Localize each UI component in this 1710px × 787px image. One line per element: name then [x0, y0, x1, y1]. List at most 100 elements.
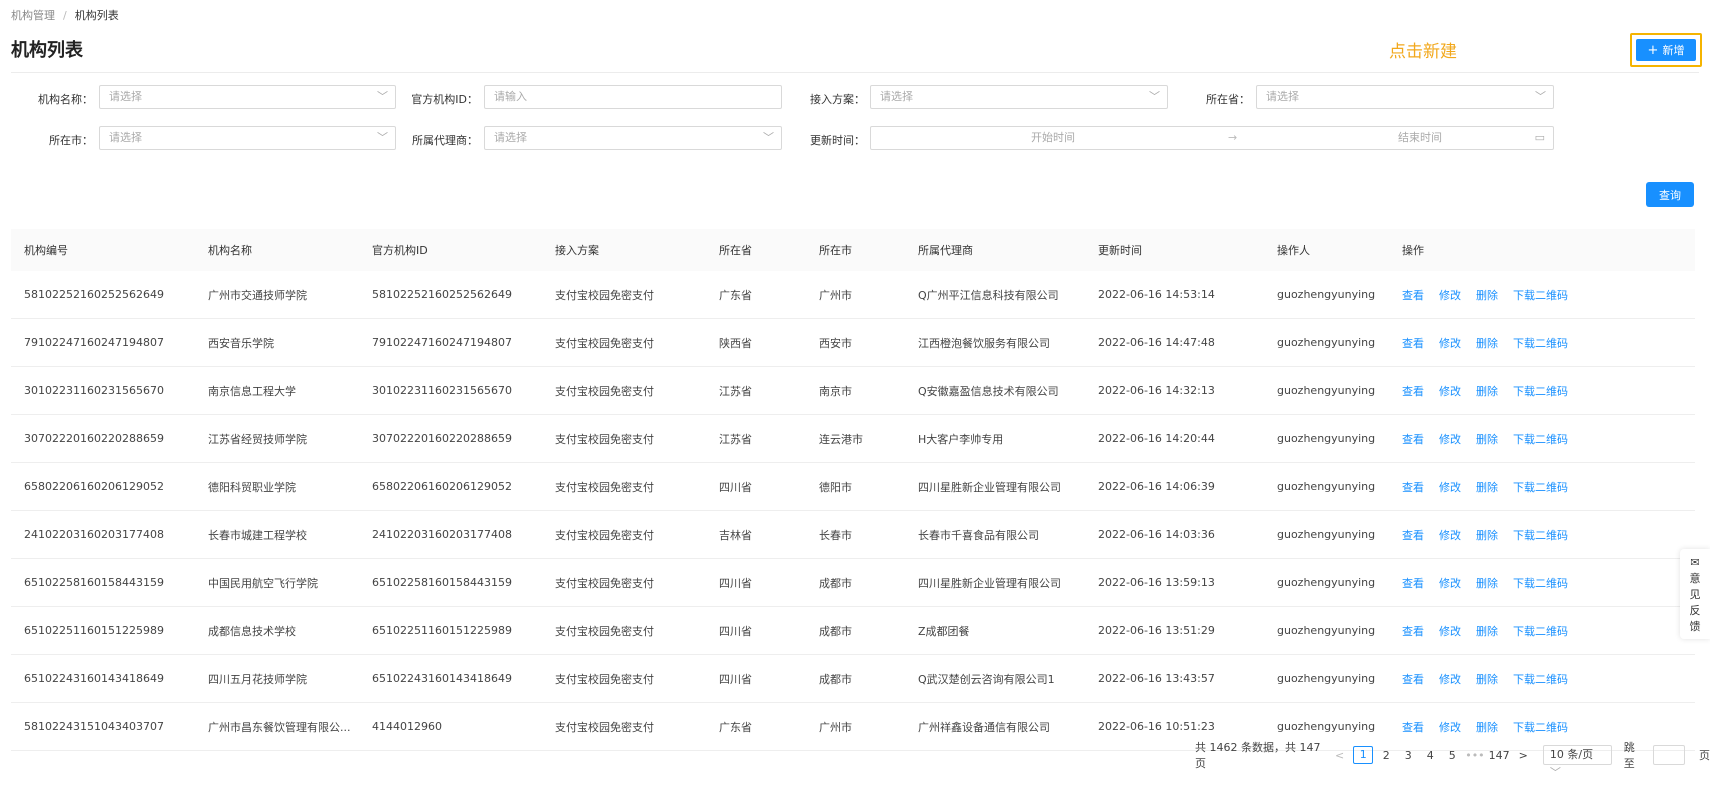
page-number[interactable]: 3 [1399, 749, 1417, 762]
page-number[interactable]: 5 [1443, 749, 1461, 762]
more-pages-icon[interactable]: ••• [1465, 749, 1484, 762]
table-cell: 德阳市 [806, 462, 905, 511]
actions-cell: 查看 修改 删除 下载二维码 [1389, 271, 1695, 319]
edit-button[interactable]: 修改 [1439, 433, 1461, 446]
view-button[interactable]: 查看 [1402, 721, 1424, 734]
download-qrcode-button[interactable]: 下载二维码 [1513, 673, 1568, 686]
table-cell: 2022-06-16 13:59:13 [1085, 558, 1264, 607]
page-unit-label: 页 [1699, 749, 1710, 762]
download-qrcode-button[interactable]: 下载二维码 [1513, 289, 1568, 302]
table-cell: 成都市 [806, 558, 905, 607]
view-button[interactable]: 查看 [1402, 289, 1424, 302]
view-button[interactable]: 查看 [1402, 385, 1424, 398]
table-cell: 65102258160158443159 [359, 558, 542, 607]
column-header: 机构名称 [195, 229, 359, 271]
delete-button[interactable]: 删除 [1476, 577, 1498, 590]
start-time-placeholder[interactable]: 开始时间 [1031, 127, 1075, 149]
download-qrcode-button[interactable]: 下载二维码 [1513, 625, 1568, 638]
page-size-select[interactable]: 10 条/页 ﹀ [1542, 745, 1612, 779]
delete-button[interactable]: 删除 [1476, 337, 1498, 350]
query-button[interactable]: 查询 [1646, 182, 1694, 207]
view-button[interactable]: 查看 [1402, 673, 1424, 686]
page-number[interactable]: 1 [1353, 746, 1374, 764]
delete-button[interactable]: 删除 [1476, 433, 1498, 446]
agent-select[interactable]: 请选择 ﹀ [484, 126, 782, 150]
table-cell: 65802206160206129052 [11, 462, 195, 511]
table-cell: 南京信息工程大学 [195, 366, 359, 415]
download-qrcode-button[interactable]: 下载二维码 [1513, 529, 1568, 542]
chevron-down-icon: ﹀ [377, 131, 388, 144]
delete-button[interactable]: 删除 [1476, 721, 1498, 734]
page-number[interactable]: 2 [1377, 749, 1395, 762]
edit-button[interactable]: 修改 [1439, 289, 1461, 302]
view-button[interactable]: 查看 [1402, 577, 1424, 590]
view-button[interactable]: 查看 [1402, 337, 1424, 350]
table-row: 58102243151043403707 广州市昌东餐饮管理有限公... 41440… [11, 702, 1695, 751]
prev-page-button[interactable]: < [1335, 749, 1344, 762]
table-cell: guozhengyunying [1264, 318, 1389, 367]
edit-button[interactable]: 修改 [1439, 577, 1461, 590]
download-qrcode-button[interactable]: 下载二维码 [1513, 337, 1568, 350]
jump-page-input[interactable] [1652, 745, 1686, 765]
delete-button[interactable]: 删除 [1476, 289, 1498, 302]
table-row: 24102203160203177408 长春市城建工程学校 24102203160… [11, 510, 1695, 559]
table-cell: 广州市交通技师学院 [195, 271, 359, 319]
delete-button[interactable]: 删除 [1476, 673, 1498, 686]
table-cell: 中国民用航空飞行学院 [195, 558, 359, 607]
delete-button[interactable]: 删除 [1476, 529, 1498, 542]
table-cell: guozhengyunying [1264, 654, 1389, 703]
download-qrcode-button[interactable]: 下载二维码 [1513, 433, 1568, 446]
edit-button[interactable]: 修改 [1439, 481, 1461, 494]
edit-button[interactable]: 修改 [1439, 625, 1461, 638]
feedback-tab[interactable]: ✉ 意 见 反 馈 [1680, 549, 1710, 639]
table-cell: 2022-06-16 14:20:44 [1085, 414, 1264, 463]
view-button[interactable]: 查看 [1402, 625, 1424, 638]
download-qrcode-button[interactable]: 下载二维码 [1513, 481, 1568, 494]
view-button[interactable]: 查看 [1402, 433, 1424, 446]
table-cell: 江西橙泡餐饮服务有限公司 [905, 318, 1085, 367]
download-qrcode-button[interactable]: 下载二维码 [1513, 385, 1568, 398]
table-cell: 长春市城建工程学校 [195, 510, 359, 559]
org-name-placeholder: 请选择 [109, 90, 142, 103]
delete-button[interactable]: 删除 [1476, 625, 1498, 638]
city-select[interactable]: 请选择 ﹀ [99, 126, 396, 150]
next-page-button[interactable]: > [1519, 749, 1528, 762]
access-plan-select[interactable]: 请选择 ﹀ [870, 85, 1168, 109]
org-name-select[interactable]: 请选择 ﹀ [99, 85, 396, 109]
page-number[interactable]: 4 [1421, 749, 1439, 762]
edit-button[interactable]: 修改 [1439, 385, 1461, 398]
table-cell: 支付宝校园免密支付 [542, 462, 706, 511]
official-id-input[interactable]: 请输入 [484, 85, 782, 109]
add-button[interactable]: + 新增 [1636, 39, 1696, 61]
table-cell: 2022-06-16 13:43:57 [1085, 654, 1264, 703]
table-cell: 成都市 [806, 654, 905, 703]
end-time-placeholder[interactable]: 结束时间 [1398, 127, 1442, 149]
edit-button[interactable]: 修改 [1439, 337, 1461, 350]
delete-button[interactable]: 删除 [1476, 481, 1498, 494]
delete-button[interactable]: 删除 [1476, 385, 1498, 398]
page-number[interactable]: 147 [1489, 749, 1510, 762]
view-button[interactable]: 查看 [1402, 481, 1424, 494]
table-cell: 30702220160220288659 [359, 414, 542, 463]
table-cell: 支付宝校园免密支付 [542, 606, 706, 655]
table-cell: 吉林省 [706, 510, 806, 559]
table-cell: 65102258160158443159 [11, 558, 195, 607]
table-cell: guozhengyunying [1264, 606, 1389, 655]
download-qrcode-button[interactable]: 下载二维码 [1513, 577, 1568, 590]
download-qrcode-button[interactable]: 下载二维码 [1513, 721, 1568, 734]
table-row: 79102247160247194807 西安音乐学院 79102247160247… [11, 318, 1695, 367]
breadcrumb-parent[interactable]: 机构管理 [11, 9, 55, 22]
breadcrumb: 机构管理 / 机构列表 [11, 7, 119, 23]
table-cell: Q武汉楚创云咨询有限公司1 [905, 654, 1085, 703]
province-label: 所在省： [1206, 93, 1250, 106]
table-cell: Q广州平江信息科技有限公司 [905, 271, 1085, 319]
edit-button[interactable]: 修改 [1439, 529, 1461, 542]
actions-cell: 查看 修改 删除 下载二维码 [1389, 318, 1695, 367]
edit-button[interactable]: 修改 [1439, 721, 1461, 734]
view-button[interactable]: 查看 [1402, 529, 1424, 542]
province-select[interactable]: 请选择 ﹀ [1256, 85, 1554, 109]
table-cell: 65102243160143418649 [359, 654, 542, 703]
table-cell: guozhengyunying [1264, 558, 1389, 607]
edit-button[interactable]: 修改 [1439, 673, 1461, 686]
update-time-range[interactable]: 开始时间 → 结束时间 ▭ [870, 126, 1554, 150]
